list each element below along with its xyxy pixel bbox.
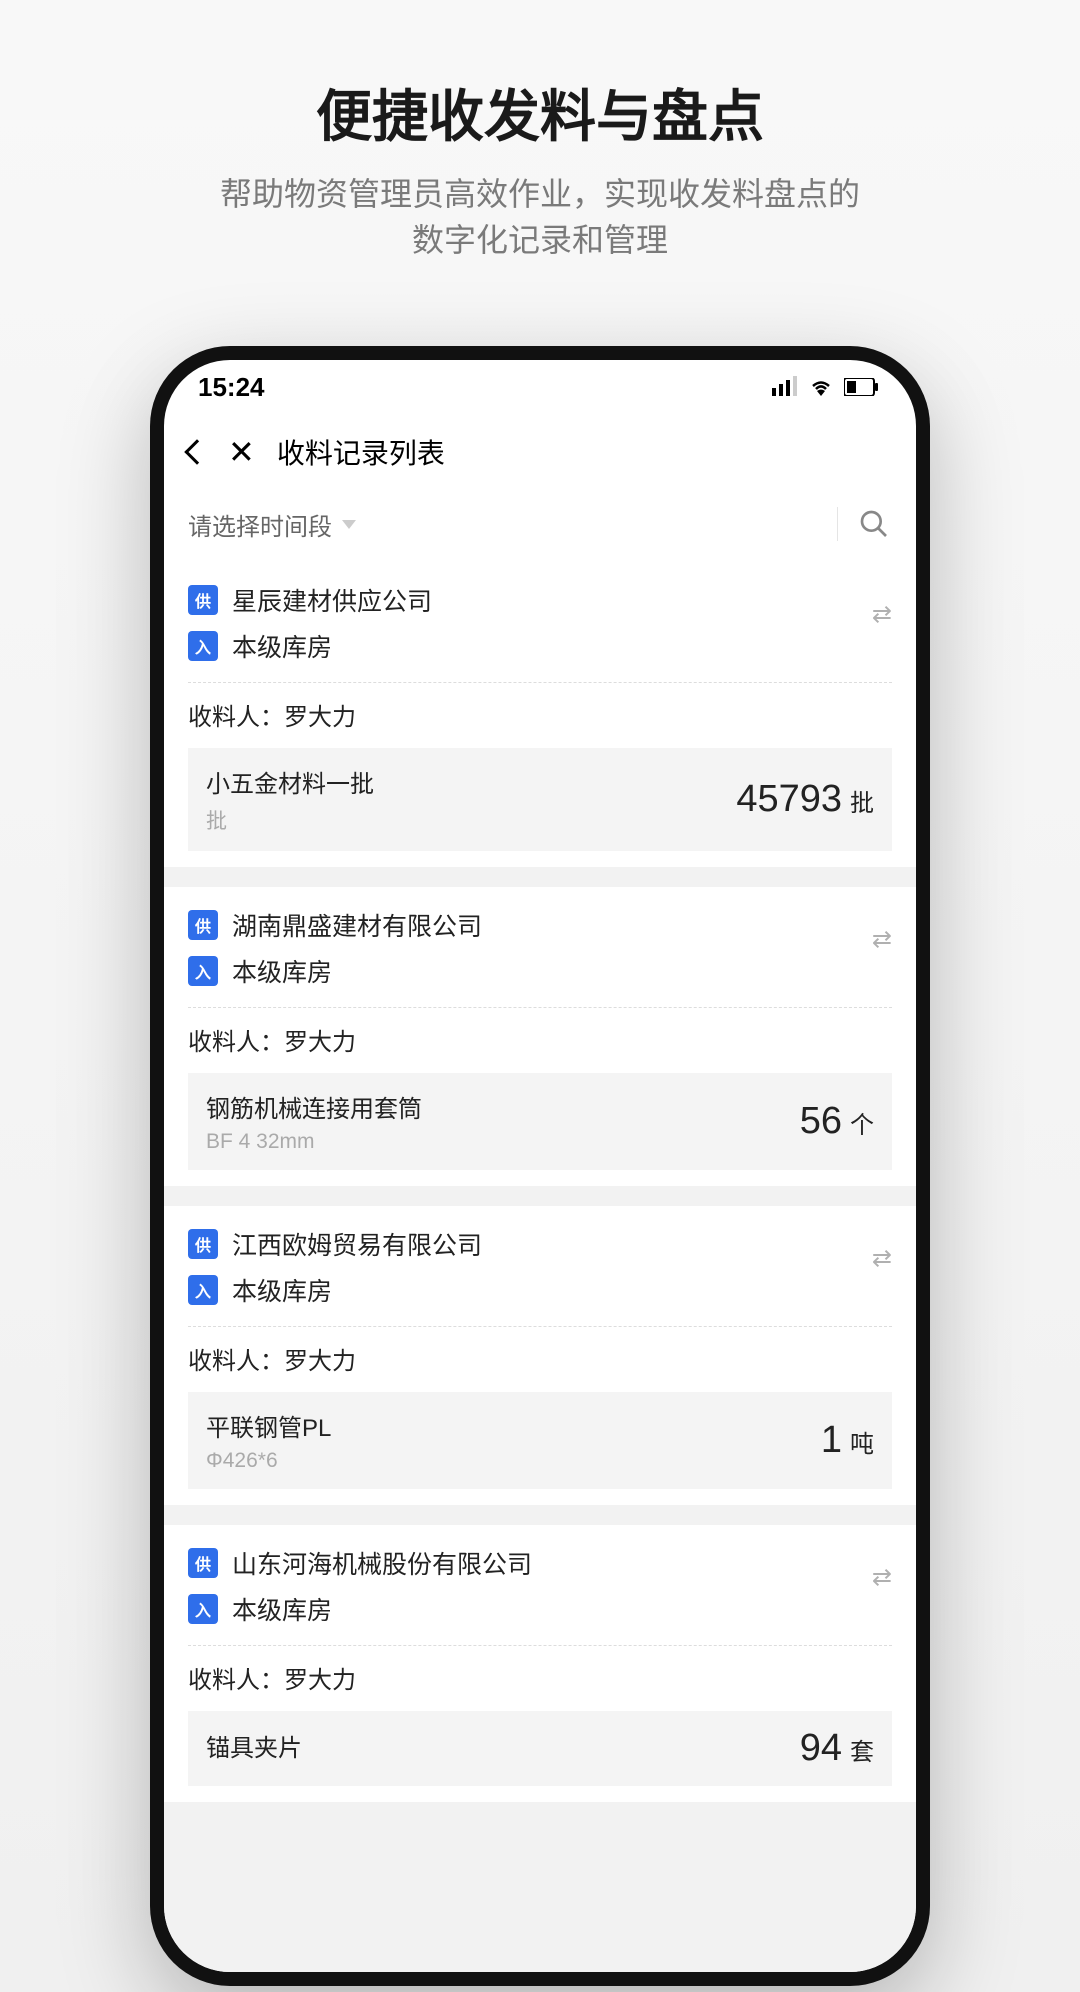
item-name: 平联钢管PL (206, 1408, 331, 1443)
status-bar: 15:24 (164, 360, 916, 414)
item-spec: BF 4 32mm (206, 1130, 422, 1154)
item-spec: 批 (206, 805, 374, 835)
item-unit: 套 (850, 1732, 874, 1767)
item-name: 小五金材料一批 (206, 764, 374, 799)
record-card[interactable]: 供 星辰建材供应公司 入 本级库房 ⇄ 收料人：罗大力 小五金材料一批 (164, 562, 916, 867)
back-icon[interactable] (184, 439, 209, 464)
chevron-down-icon (342, 520, 356, 529)
divider (188, 1645, 892, 1646)
item-name: 锚具夹片 (206, 1728, 302, 1763)
search-icon (858, 508, 890, 540)
warehouse-icon: 入 (188, 956, 218, 986)
close-icon[interactable]: ✕ (228, 436, 255, 468)
warehouse-name: 本级库房 (232, 1591, 332, 1627)
warehouse-icon: 入 (188, 1594, 218, 1624)
record-card[interactable]: 供 江西欧姆贸易有限公司 入 本级库房 ⇄ 收料人：罗大力 平联钢管PL (164, 1206, 916, 1505)
search-button[interactable] (856, 506, 892, 542)
warehouse-icon: 入 (188, 1275, 218, 1305)
item-row: 锚具夹片 94 套 (188, 1711, 892, 1786)
item-name: 钢筋机械连接用套筒 (206, 1089, 422, 1124)
warehouse-name: 本级库房 (232, 1272, 332, 1308)
item-unit: 个 (850, 1105, 874, 1140)
supplier-icon: 供 (188, 910, 218, 940)
status-time: 15:24 (198, 372, 265, 403)
nav-header: ✕ 收料记录列表 (164, 414, 916, 492)
warehouse-icon: 入 (188, 631, 218, 661)
divider (188, 1326, 892, 1327)
supplier-icon: 供 (188, 1229, 218, 1259)
supplier-icon: 供 (188, 585, 218, 615)
filter-bar: 请选择时间段 (164, 492, 916, 562)
record-card[interactable]: 供 湖南鼎盛建材有限公司 入 本级库房 ⇄ 收料人：罗大力 钢筋机械连接用套筒 (164, 887, 916, 1186)
swap-icon[interactable]: ⇄ (872, 1226, 892, 1273)
receiver-label: 收料人：罗大力 (188, 1660, 892, 1695)
receiver-label: 收料人：罗大力 (188, 1341, 892, 1376)
supplier-icon: 供 (188, 1548, 218, 1578)
supplier-name: 江西欧姆贸易有限公司 (232, 1226, 482, 1262)
page-title: 收料记录列表 (277, 432, 445, 472)
item-qty: 45793 (736, 778, 842, 821)
battery-icon (844, 372, 878, 403)
receiver-label: 收料人：罗大力 (188, 697, 892, 732)
promo-title: 便捷收发料与盘点 (0, 72, 1080, 153)
warehouse-name: 本级库房 (232, 953, 332, 989)
divider (188, 682, 892, 683)
item-spec: Φ426*6 (206, 1449, 331, 1473)
warehouse-name: 本级库房 (232, 628, 332, 664)
phone-screen: 15:24 ✕ 收料记录列表 请选择时间段 (164, 360, 916, 1972)
record-list[interactable]: 供 星辰建材供应公司 入 本级库房 ⇄ 收料人：罗大力 小五金材料一批 (164, 562, 916, 1972)
item-unit: 吨 (850, 1424, 874, 1459)
item-unit: 批 (850, 783, 874, 818)
swap-icon[interactable]: ⇄ (872, 907, 892, 954)
item-qty: 1 (821, 1419, 842, 1462)
record-card[interactable]: 供 山东河海机械股份有限公司 入 本级库房 ⇄ 收料人：罗大力 锚具夹片 (164, 1525, 916, 1802)
signal-icon (772, 372, 798, 403)
wifi-icon (808, 372, 834, 403)
time-range-select[interactable]: 请选择时间段 (188, 507, 356, 542)
item-row: 平联钢管PL Φ426*6 1 吨 (188, 1392, 892, 1489)
divider (837, 507, 838, 541)
item-qty: 94 (800, 1727, 842, 1770)
item-row: 钢筋机械连接用套筒 BF 4 32mm 56 个 (188, 1073, 892, 1170)
promo-subtitle: 帮助物资管理员高效作业，实现收发料盘点的 数字化记录和管理 (0, 171, 1080, 264)
receiver-label: 收料人：罗大力 (188, 1022, 892, 1057)
phone-mockup: 15:24 ✕ 收料记录列表 请选择时间段 (150, 346, 930, 1986)
supplier-name: 山东河海机械股份有限公司 (232, 1545, 532, 1581)
swap-icon[interactable]: ⇄ (872, 1545, 892, 1592)
item-row: 小五金材料一批 批 45793 批 (188, 748, 892, 851)
supplier-name: 湖南鼎盛建材有限公司 (232, 907, 482, 943)
item-qty: 56 (800, 1100, 842, 1143)
supplier-name: 星辰建材供应公司 (232, 582, 432, 618)
swap-icon[interactable]: ⇄ (872, 582, 892, 629)
divider (188, 1007, 892, 1008)
